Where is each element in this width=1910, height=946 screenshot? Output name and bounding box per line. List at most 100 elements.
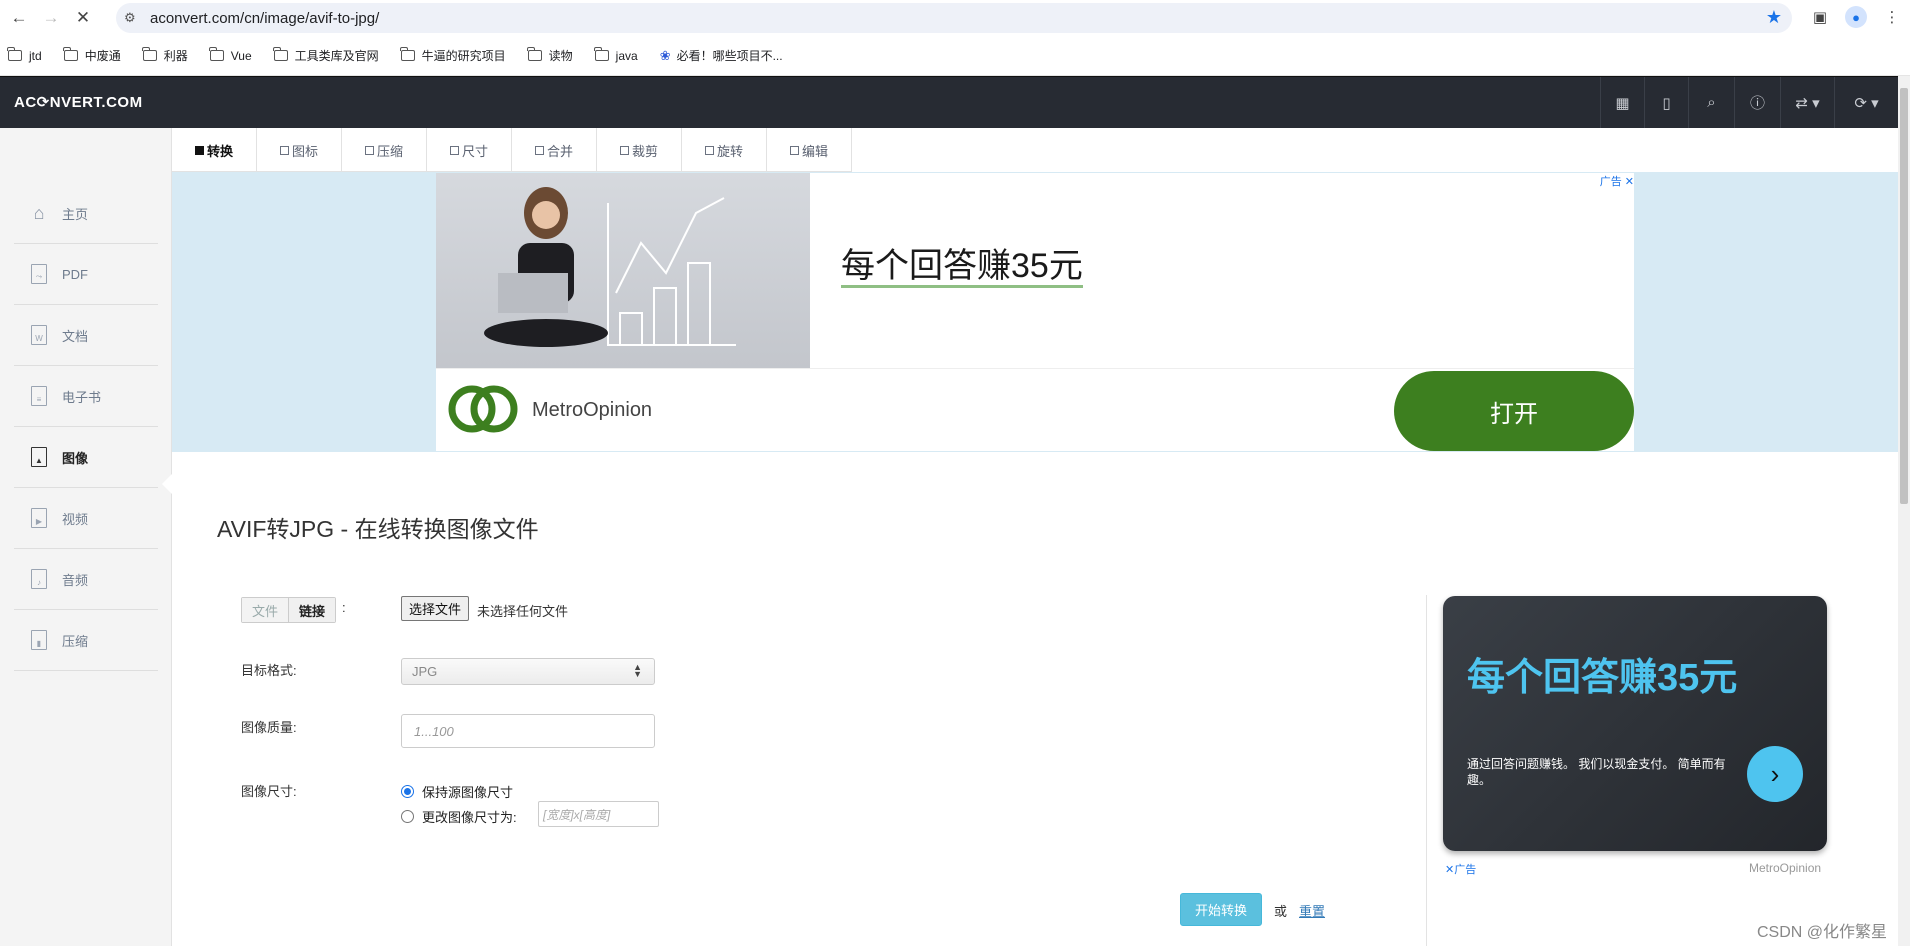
radio-keep-size[interactable]: [401, 785, 414, 798]
target-format-select[interactable]: JPG ▲ ▼: [401, 658, 655, 685]
source-colon: :: [342, 600, 346, 615]
tab-crop[interactable]: 裁剪: [597, 128, 682, 172]
tab-compress[interactable]: 压缩: [342, 128, 427, 172]
profile-avatar[interactable]: ●: [1844, 5, 1868, 29]
ad-illustration: [484, 187, 736, 347]
size-option-keep[interactable]: 保持源图像尺寸: [401, 782, 513, 801]
bookmark-folder[interactable]: 读物: [527, 47, 573, 64]
bookmark-star-icon[interactable]: ★: [1766, 7, 1782, 28]
folder-icon: [273, 47, 288, 61]
refresh-dropdown-icon[interactable]: ⟳ ▾: [1834, 77, 1898, 128]
audio-icon: ♪: [28, 568, 50, 590]
bookmark-folder[interactable]: 利器: [142, 47, 188, 64]
metroopinion-logo-icon: [448, 385, 518, 433]
back-arrow-icon[interactable]: ←: [6, 5, 32, 31]
sidebar-item-home[interactable]: ⌂ 主页: [14, 183, 158, 244]
tab-icon[interactable]: 图标: [257, 128, 342, 172]
bookmark-folder[interactable]: java: [594, 47, 638, 63]
bookmark-folder[interactable]: 工具类库及官网: [273, 47, 379, 64]
side-ad[interactable]: 每个回答赚35元 通过回答问题赚钱。 我们以现金支付。 简单而有趣。 ›: [1443, 596, 1827, 851]
tab-convert[interactable]: 转换: [172, 128, 257, 172]
bookmark-folder[interactable]: Vue: [209, 47, 252, 63]
side-ad-choices[interactable]: ✕广告: [1445, 861, 1476, 877]
site-header: AC⟳NVERT.COM ▦ ▯ ⌕ ⓘ ⇄ ▾ ⟳ ▾: [0, 76, 1898, 128]
reset-link[interactable]: 重置: [1299, 901, 1325, 920]
header-toolbar: ▦ ▯ ⌕ ⓘ ⇄ ▾ ⟳ ▾: [1600, 77, 1898, 128]
quality-label: 图像质量:: [241, 720, 297, 735]
folder-icon: [63, 47, 78, 61]
sidebar-item-pdf[interactable]: ⤳ PDF: [14, 244, 158, 305]
folder-icon: [527, 47, 542, 61]
browser-actions: ▣ ● ⋮: [1808, 5, 1904, 29]
ad-choices-label[interactable]: 广告 ✕: [1600, 173, 1634, 189]
site-settings-icon[interactable]: ⚙: [124, 10, 144, 26]
address-bar[interactable]: ⚙ aconvert.com/cn/image/avif-to-jpg/ ★: [116, 3, 1792, 33]
bookmark-folder[interactable]: jtd: [7, 47, 42, 63]
bookmark-link[interactable]: ❀ 必看！哪些项目不...: [660, 47, 783, 64]
radio-change-size[interactable]: [401, 810, 414, 823]
url-text[interactable]: aconvert.com/cn/image/avif-to-jpg/: [150, 10, 379, 27]
page-title: AVIF转JPG - 在线转换图像文件: [217, 516, 539, 542]
side-ad-title[interactable]: 每个回答赚35元: [1467, 646, 1737, 701]
checkbox-icon: [789, 145, 799, 155]
choose-file-button[interactable]: 选择文件: [401, 596, 470, 621]
sidebar-item-audio[interactable]: ♪ 音频: [14, 549, 158, 610]
home-icon: ⌂: [33, 202, 45, 223]
close-icon[interactable]: ✕: [1625, 176, 1634, 188]
source-type-toggle: 文件 链接: [241, 597, 337, 623]
watermark: CSDN @化作繁星: [1757, 924, 1888, 941]
source-tab-link[interactable]: 链接: [288, 598, 336, 622]
or-text: 或: [1274, 904, 1288, 919]
sidebar-item-ebook[interactable]: ≡ 电子书: [14, 366, 158, 427]
ad-banner[interactable]: 每个回答赚35元 广告 ✕ MetroOpinion 打开: [436, 173, 1634, 451]
scrollbar-thumb[interactable]: [1900, 88, 1908, 504]
tab-resize[interactable]: 尺寸: [427, 128, 512, 172]
grid-icon[interactable]: ▦: [1600, 77, 1644, 128]
sidebar-item-archive[interactable]: ▮ 压缩: [14, 610, 158, 671]
sidebar-item-video[interactable]: ▶ 视频: [14, 488, 158, 549]
folder-icon: [400, 47, 415, 61]
sidebar-item-image[interactable]: ▲ 图像: [14, 427, 158, 488]
mobile-icon[interactable]: ▯: [1644, 77, 1688, 128]
size-label: 图像尺寸:: [241, 784, 297, 799]
forward-arrow-icon[interactable]: →: [38, 5, 64, 31]
word-doc-icon: W: [28, 324, 50, 346]
ad-footer: MetroOpinion 打开: [436, 368, 1634, 451]
sidebar: ⌂ 主页 ⤳ PDF W 文档 ≡ 电子书 ▲ 图像 ▶ 视频 ♪ 音频 ▮ 压…: [0, 128, 172, 946]
language-icon[interactable]: ⇄ ▾: [1780, 77, 1834, 128]
folder-icon: [594, 47, 609, 61]
ad-brand-name: MetroOpinion: [532, 399, 653, 421]
page-scrollbar[interactable]: [1898, 76, 1910, 946]
size-option-change[interactable]: 更改图像尺寸为:: [401, 807, 517, 826]
select-caret-icon: ▲ ▼: [633, 662, 642, 679]
start-conversion-button[interactable]: 开始转换: [1180, 893, 1262, 926]
pdf-icon: ⤳: [28, 263, 50, 285]
tab-edit[interactable]: 编辑: [767, 128, 852, 172]
ad-headline[interactable]: 每个回答赚35元: [841, 247, 1083, 289]
tab-merge[interactable]: 合并: [512, 128, 597, 172]
bookmark-folder[interactable]: 中废通: [63, 47, 121, 64]
side-ad-text: 通过回答问题赚钱。 我们以现金支付。 简单而有趣。: [1467, 757, 1726, 787]
target-format-label: 目标格式:: [241, 663, 297, 678]
file-status-text: 未选择任何文件: [477, 604, 569, 619]
help-icon[interactable]: ⓘ: [1734, 77, 1780, 128]
image-icon: ▲: [28, 446, 50, 468]
menu-kebab-icon[interactable]: ⋮: [1880, 5, 1904, 29]
ad-photo: [436, 173, 810, 368]
size-dimensions-input[interactable]: [宽度]x[高度]: [538, 801, 659, 827]
sidebar-item-document[interactable]: W 文档: [14, 305, 158, 366]
bookmark-folder[interactable]: 牛逼的研究项目: [400, 47, 506, 64]
browser-toolbar: ← → ✕ ⚙ aconvert.com/cn/image/avif-to-jp…: [0, 0, 1910, 36]
chevron-right-icon[interactable]: ›: [1747, 746, 1803, 802]
search-icon[interactable]: ⌕: [1688, 77, 1734, 128]
side-panel-icon[interactable]: ▣: [1808, 5, 1832, 29]
tab-rotate[interactable]: 旋转: [682, 128, 767, 172]
site-logo[interactable]: AC⟳NVERT.COM: [14, 93, 143, 111]
quality-input[interactable]: 1...100: [401, 714, 655, 748]
checkbox-icon: [194, 145, 204, 155]
checkbox-icon: [279, 145, 289, 155]
ad-open-button[interactable]: 打开: [1394, 371, 1634, 451]
source-tab-file[interactable]: 文件: [242, 598, 289, 622]
checkbox-icon: [534, 145, 544, 155]
stop-loading-icon[interactable]: ✕: [70, 5, 96, 31]
